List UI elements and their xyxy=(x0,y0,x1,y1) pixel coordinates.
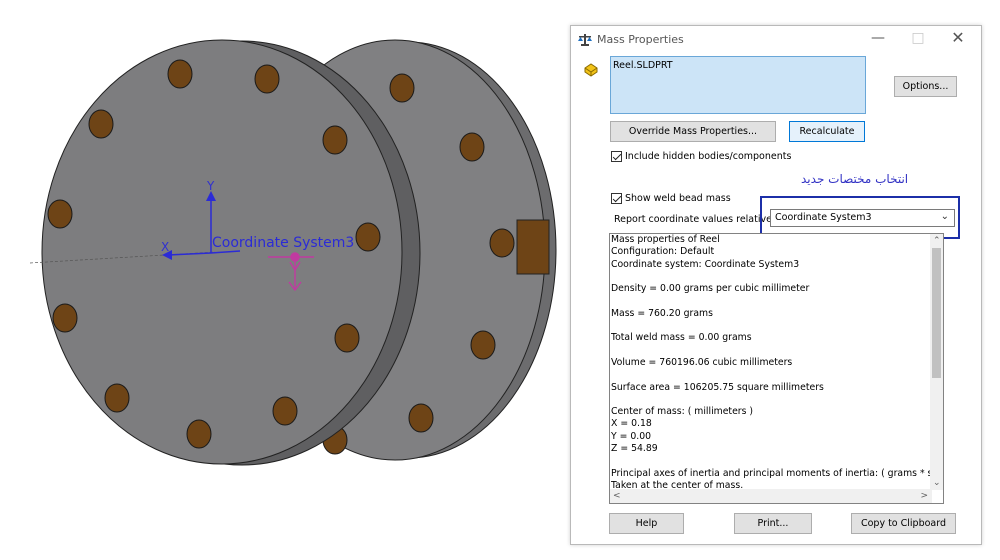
results-text-area[interactable]: Mass properties of Reel Configuration: D… xyxy=(609,233,944,504)
dialog-title: Mass Properties xyxy=(597,33,684,46)
results-line: Y = 0.00 xyxy=(611,430,652,442)
include-hidden-label: Include hidden bodies/components xyxy=(625,151,792,162)
results-line: Total weld mass = 0.00 grams xyxy=(611,332,752,344)
selected-part[interactable]: Reel.SLDPRT xyxy=(613,60,673,71)
recalculate-button[interactable]: Recalculate xyxy=(789,121,865,142)
selection-list[interactable]: Reel.SLDPRT xyxy=(610,56,866,114)
checkbox-checked[interactable] xyxy=(611,151,622,162)
reel-model[interactable] xyxy=(0,0,570,560)
maximize-icon[interactable]: □ xyxy=(898,28,938,50)
coordinate-system-label: Coordinate System3 xyxy=(212,235,355,251)
include-hidden-bodies-checkbox[interactable]: Include hidden bodies/components xyxy=(611,151,791,162)
horizontal-scrollbar[interactable]: < > xyxy=(610,489,932,503)
options-button[interactable]: Options... xyxy=(894,76,957,97)
results-line: Configuration: Default xyxy=(611,246,715,258)
scroll-left-icon[interactable]: < xyxy=(613,490,621,502)
override-mass-properties-button[interactable]: Override Mass Properties... xyxy=(610,121,776,142)
scale-icon xyxy=(578,34,592,46)
part-icon xyxy=(584,63,598,77)
results-lines: Mass properties of Reel Configuration: D… xyxy=(611,234,933,488)
results-line: X = 0.18 xyxy=(611,418,652,430)
scroll-down-icon[interactable]: ⌄ xyxy=(933,477,941,489)
show-weld-bead-checkbox[interactable]: Show weld bead mass xyxy=(611,193,731,204)
dialog-titlebar[interactable]: Mass Properties — □ ✕ xyxy=(571,26,981,52)
results-line: Z = 54.89 xyxy=(611,443,658,455)
graphics-viewport[interactable]: Y X Coordinate System3 xyxy=(0,0,570,560)
results-line xyxy=(611,394,933,406)
results-line: Density = 0.00 grams per cubic millimete… xyxy=(611,283,810,295)
x-axis-label: X xyxy=(161,240,170,254)
print-button[interactable]: Print... xyxy=(734,513,812,534)
help-button[interactable]: Help xyxy=(609,513,684,534)
scroll-thumb[interactable] xyxy=(932,248,941,378)
results-line: Center of mass: ( millimeters ) xyxy=(611,406,754,418)
close-icon[interactable]: ✕ xyxy=(938,28,978,50)
scroll-right-icon[interactable]: > xyxy=(920,490,928,502)
results-line: Surface area = 106205.75 square millimet… xyxy=(611,381,824,393)
results-line xyxy=(611,369,933,381)
results-line xyxy=(611,320,933,332)
show-weld-label: Show weld bead mass xyxy=(625,193,731,204)
results-line: Mass properties of Reel xyxy=(611,234,720,245)
results-line xyxy=(611,455,933,467)
chevron-down-icon[interactable]: ⌄ xyxy=(941,211,949,222)
coordinate-system-select[interactable]: Coordinate System3 ⌄ xyxy=(770,209,955,227)
results-line: Volume = 760196.06 cubic millimeters xyxy=(611,356,793,368)
coordinate-system-value: Coordinate System3 xyxy=(775,212,872,223)
results-line: Taken at the center of mass. xyxy=(611,479,744,488)
scroll-up-icon[interactable]: ⌃ xyxy=(933,235,941,247)
results-line xyxy=(611,271,933,283)
copy-to-clipboard-button[interactable]: Copy to Clipboard xyxy=(851,513,956,534)
mass-properties-dialog: Mass Properties — □ ✕ Reel.SLDPRT Option… xyxy=(570,25,982,545)
results-line: Mass = 760.20 grams xyxy=(611,307,713,319)
results-line: Coordinate system: Coordinate System3 xyxy=(611,258,800,270)
hub-notch xyxy=(516,219,550,275)
results-line xyxy=(611,345,933,357)
results-line xyxy=(611,295,933,307)
results-line: Principal axes of inertia and principal … xyxy=(611,467,933,479)
y-axis-label: Y xyxy=(207,179,215,193)
vertical-scrollbar[interactable]: ⌃ ⌄ xyxy=(930,234,943,490)
minimize-icon[interactable]: — xyxy=(858,28,898,50)
checkbox-checked[interactable] xyxy=(611,193,622,204)
annotation-text: انتخاب مختصات جدید xyxy=(801,172,909,186)
